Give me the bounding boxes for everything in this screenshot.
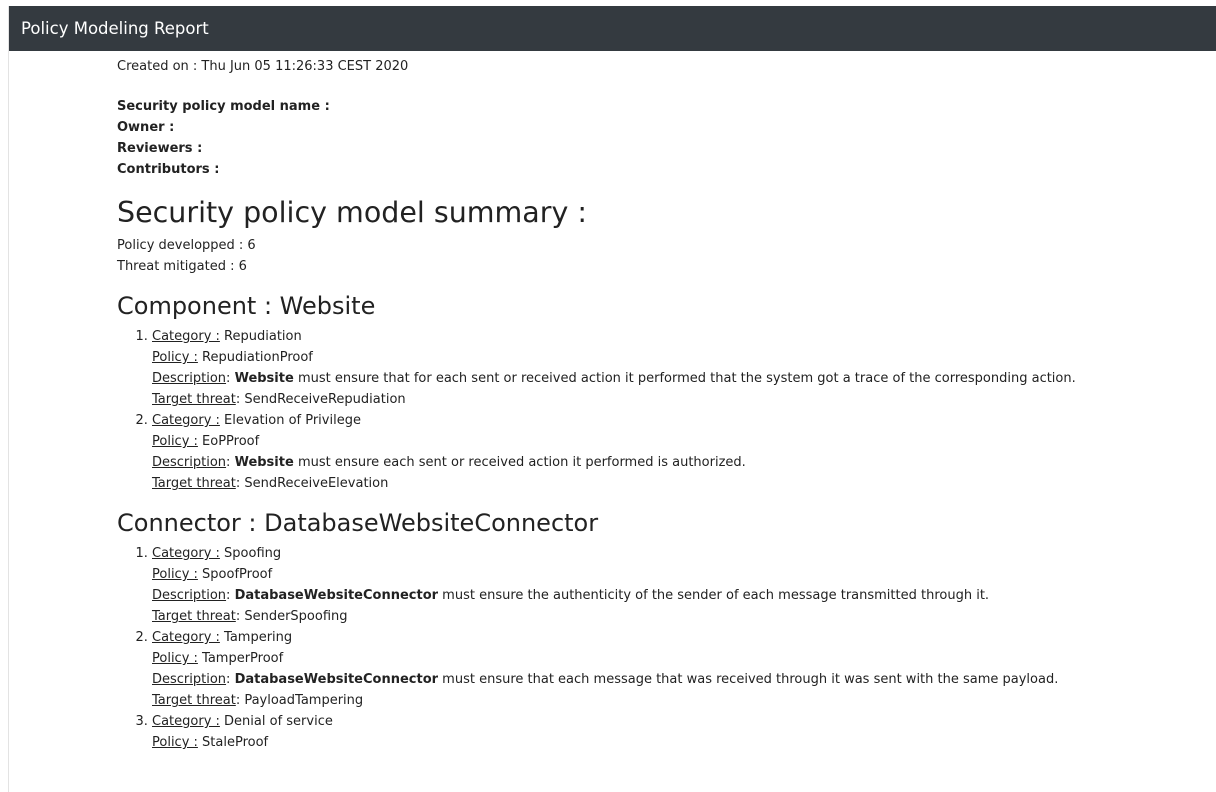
description-text: must ensure that each message that was r… (442, 672, 1059, 687)
owner-label: Owner : (117, 120, 175, 135)
policy-label: Policy : (152, 651, 198, 666)
target-threat-label: Target threat (152, 693, 236, 708)
created-on: Created on : Thu Jun 05 11:26:33 CEST 20… (117, 59, 409, 74)
target-threat-value: PayloadTampering (244, 693, 364, 708)
category-label: Category : (152, 546, 220, 561)
policy-developped: Policy developped : 6 (117, 238, 256, 253)
category-value: Repudiation (224, 329, 302, 344)
navbar: Policy Modeling Report (9, 6, 1216, 51)
policy-label: Policy : (152, 567, 198, 582)
report-page: Policy Modeling Report Created on : Thu … (8, 6, 1216, 792)
policy-value: StaleProof (202, 735, 269, 750)
policy-label: Policy : (152, 434, 198, 449)
section-title-component: Component : Website (117, 292, 376, 320)
category-label: Category : (152, 714, 220, 729)
section-title-connector: Connector : DatabaseWebsiteConnector (117, 509, 599, 537)
category-label: Category : (152, 630, 220, 645)
description-label: Description (152, 371, 227, 386)
contributors-label: Contributors : (117, 162, 220, 177)
policy-value: EoPProof (202, 434, 260, 449)
policy-item: Category : Elevation of Privilege Policy… (152, 410, 1216, 494)
policy-value: SpoofProof (202, 567, 273, 582)
policy-list: Category : Repudiation Policy : Repudiat… (117, 326, 1216, 494)
category-value: Elevation of Privilege (224, 413, 361, 428)
description-text: must ensure each sent or received action… (297, 455, 746, 470)
category-label: Category : (152, 413, 220, 428)
description-label: Description (152, 672, 227, 687)
description-text: must ensure that for each sent or receiv… (297, 371, 1076, 386)
description-subject: Website (234, 455, 294, 470)
target-threat-value: SendReceiveElevation (244, 476, 389, 491)
model-name-label: Security policy model name : (117, 99, 330, 114)
description-subject: DatabaseWebsiteConnector (234, 588, 439, 603)
policy-item: Category : Denial of service Policy : St… (152, 711, 1216, 753)
category-value: Spoofing (224, 546, 282, 561)
description-text: must ensure the authenticity of the send… (442, 588, 990, 603)
description-label: Description (152, 588, 227, 603)
policy-item: Category : Repudiation Policy : Repudiat… (152, 326, 1216, 410)
target-threat-value: SenderSpoofing (244, 609, 348, 624)
policy-label: Policy : (152, 735, 198, 750)
description-subject: Website (234, 371, 294, 386)
category-label: Category : (152, 329, 220, 344)
policy-item: Category : Spoofing Policy : SpoofProof … (152, 543, 1216, 627)
policy-value: TamperProof (202, 651, 284, 666)
report-content: Created on : Thu Jun 05 11:26:33 CEST 20… (9, 51, 1216, 753)
category-value: Denial of service (224, 714, 333, 729)
target-threat-label: Target threat (152, 476, 236, 491)
summary-title: Security policy model summary : (117, 196, 587, 229)
description-subject: DatabaseWebsiteConnector (234, 672, 439, 687)
target-threat-label: Target threat (152, 392, 236, 407)
policy-value: RepudiationProof (202, 350, 313, 365)
description-label: Description (152, 455, 227, 470)
policy-list: Category : Spoofing Policy : SpoofProof … (117, 543, 1216, 753)
policy-label: Policy : (152, 350, 198, 365)
target-threat-label: Target threat (152, 609, 236, 624)
reviewers-label: Reviewers : (117, 141, 203, 156)
threat-mitigated: Threat mitigated : 6 (117, 259, 247, 274)
policy-item: Category : Tampering Policy : TamperProo… (152, 627, 1216, 711)
category-value: Tampering (224, 630, 293, 645)
navbar-title[interactable]: Policy Modeling Report (21, 19, 209, 38)
target-threat-value: SendReceiveRepudiation (244, 392, 406, 407)
